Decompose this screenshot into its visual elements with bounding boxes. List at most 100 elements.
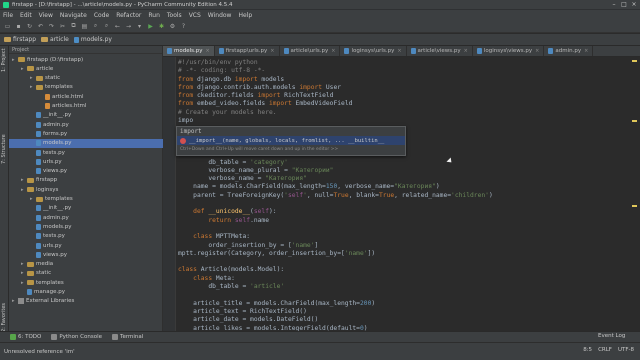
menu-item[interactable]: Navigate: [60, 12, 87, 19]
tree-item[interactable]: __init__.py: [30, 111, 71, 120]
tree-item[interactable]: views.py: [30, 250, 67, 259]
tree-item[interactable]: ▸ External Libraries: [12, 297, 74, 306]
tree-item[interactable]: forms.py: [30, 129, 67, 138]
tree-item[interactable]: ▸ static: [30, 74, 60, 83]
code-line[interactable]: db_table = 'article': [178, 283, 493, 291]
project-tool-tab[interactable]: 1: Project: [1, 48, 7, 72]
code-line[interactable]: [178, 258, 493, 266]
tree-item[interactable]: ▸ templates: [30, 83, 73, 92]
back-icon[interactable]: ←: [113, 22, 122, 31]
code-line[interactable]: from django.db import models: [178, 76, 493, 84]
close-tab-icon[interactable]: ×: [535, 48, 539, 54]
close-tab-icon[interactable]: ×: [206, 48, 210, 54]
code-line[interactable]: [178, 200, 493, 208]
editor-tab[interactable]: article\urls.py ×: [280, 46, 341, 56]
breadcrumb-item[interactable]: firstapp: [4, 36, 36, 43]
code-line[interactable]: [178, 291, 493, 299]
menu-item[interactable]: View: [39, 12, 53, 19]
tree-item[interactable]: ▸ loginsys: [21, 185, 58, 194]
run-icon[interactable]: ▶: [146, 22, 155, 31]
tree-item[interactable]: urls.py: [30, 241, 62, 250]
menu-item[interactable]: Edit: [20, 12, 32, 19]
autocomplete-suggestion[interactable]: __import__(name, globals, locals, fromli…: [177, 136, 405, 145]
code-line[interactable]: from django.contrib.auth.models import U…: [178, 84, 493, 92]
close-tab-icon[interactable]: ×: [397, 48, 401, 54]
tree-item[interactable]: ▸ templates: [21, 278, 64, 287]
code-line[interactable]: article_date = models.DateField(): [178, 316, 493, 324]
tree-item[interactable]: views.py: [30, 167, 67, 176]
settings-icon[interactable]: ⚙: [168, 22, 177, 31]
menu-item[interactable]: Run: [148, 12, 160, 19]
terminal-button[interactable]: Terminal: [112, 334, 143, 340]
editor-tab[interactable]: loginsys\views.py ×: [473, 46, 545, 56]
tree-item[interactable]: admin.py: [30, 213, 69, 222]
menu-item[interactable]: Code: [94, 12, 109, 19]
code-area[interactable]: #!/usr/bin/env python # -*- coding: utf-8…: [178, 59, 493, 333]
sync-icon[interactable]: ↻: [25, 22, 34, 31]
code-line[interactable]: order_insertion_by = ['name']: [178, 242, 493, 250]
code-line[interactable]: mptt.register(Category, order_insertion_…: [178, 250, 493, 258]
code-editor[interactable]: #!/usr/bin/env python # -*- coding: utf-8…: [163, 57, 640, 339]
menu-item[interactable]: File: [3, 12, 13, 19]
close-tab-icon[interactable]: ×: [331, 48, 335, 54]
close-tab-icon[interactable]: ×: [464, 48, 468, 54]
tree-item[interactable]: ▸ firstapp (D:\firstapp): [12, 55, 83, 64]
file-encoding[interactable]: UTF-8: [618, 347, 634, 353]
menu-item[interactable]: Window: [208, 12, 232, 19]
run-config-icon[interactable]: ▾: [135, 22, 144, 31]
tree-item[interactable]: admin.py: [30, 120, 69, 129]
breadcrumb-item[interactable]: models.py: [73, 36, 112, 43]
event-log-button[interactable]: Event Log: [598, 333, 625, 339]
close-tab-icon[interactable]: ×: [584, 48, 588, 54]
close-icon[interactable]: ×: [630, 1, 638, 8]
tree-item[interactable]: manage.py: [21, 288, 65, 297]
tree-item[interactable]: models.py: [30, 222, 72, 231]
cut-icon[interactable]: ✂: [58, 22, 67, 31]
code-line[interactable]: db_table = 'category': [178, 159, 493, 167]
menu-item[interactable]: VCS: [189, 12, 201, 19]
code-line[interactable]: parent = TreeForeignKey('self', null=Tru…: [178, 192, 493, 200]
menu-item[interactable]: Help: [238, 12, 252, 19]
editor-tab[interactable]: models.py ×: [163, 46, 215, 56]
close-tab-icon[interactable]: ×: [270, 48, 274, 54]
code-line[interactable]: verbose_name_plural = "Категории": [178, 167, 493, 175]
code-line[interactable]: article_title = models.CharField(max_len…: [178, 300, 493, 308]
caret-position[interactable]: 8:5: [583, 347, 592, 353]
tree-item[interactable]: ▸ firstapp: [21, 176, 57, 185]
code-line[interactable]: class MPTTMeta:: [178, 233, 493, 241]
code-line[interactable]: # Create your models here.: [178, 109, 493, 117]
code-line[interactable]: class Meta:: [178, 275, 493, 283]
tree-item[interactable]: ▸ article: [21, 64, 53, 73]
code-line[interactable]: #!/usr/bin/env python: [178, 59, 493, 67]
code-line[interactable]: class Article(models.Model):: [178, 266, 493, 274]
breadcrumb-item[interactable]: article: [41, 36, 69, 43]
tree-item[interactable]: ▸ templates: [30, 195, 73, 204]
scrollbar-warning-marker[interactable]: [632, 205, 637, 207]
tree-item[interactable]: tests.py: [30, 232, 65, 241]
forward-icon[interactable]: →: [124, 22, 133, 31]
tree-item[interactable]: article.html: [39, 92, 84, 101]
tree-item[interactable]: articles.html: [39, 102, 86, 111]
open-folder-icon[interactable]: ▭: [3, 22, 12, 31]
code-line[interactable]: verbose_name = "Категория": [178, 175, 493, 183]
replace-icon[interactable]: ⌕: [102, 22, 111, 31]
code-line[interactable]: impo: [178, 117, 493, 125]
tree-item[interactable]: urls.py: [30, 157, 62, 166]
tree-item[interactable]: models.py: [9, 138, 163, 148]
minimize-icon[interactable]: –: [610, 1, 618, 8]
scrollbar-warning-marker[interactable]: [632, 60, 637, 62]
code-line[interactable]: from ckeditor.fields import RichTextFiel…: [178, 92, 493, 100]
python-console-button[interactable]: Python Console: [51, 334, 102, 340]
tree-item[interactable]: ▸ media: [21, 260, 53, 269]
scrollbar-warning-marker[interactable]: [632, 120, 637, 122]
editor-tab[interactable]: admin.py ×: [544, 46, 594, 56]
tree-item[interactable]: __init__.py: [30, 204, 71, 213]
code-line[interactable]: article_text = RichTextField(): [178, 308, 493, 316]
todo-tool-button[interactable]: 6: TODO: [10, 334, 41, 340]
maximize-icon[interactable]: □: [620, 1, 628, 8]
code-line[interactable]: [178, 225, 493, 233]
editor-tab[interactable]: loginsys\urls.py ×: [340, 46, 407, 56]
save-icon[interactable]: ▪: [14, 22, 23, 31]
code-line[interactable]: # -*- coding: utf-8 -*-: [178, 67, 493, 75]
debug-icon[interactable]: ✱: [157, 22, 166, 31]
